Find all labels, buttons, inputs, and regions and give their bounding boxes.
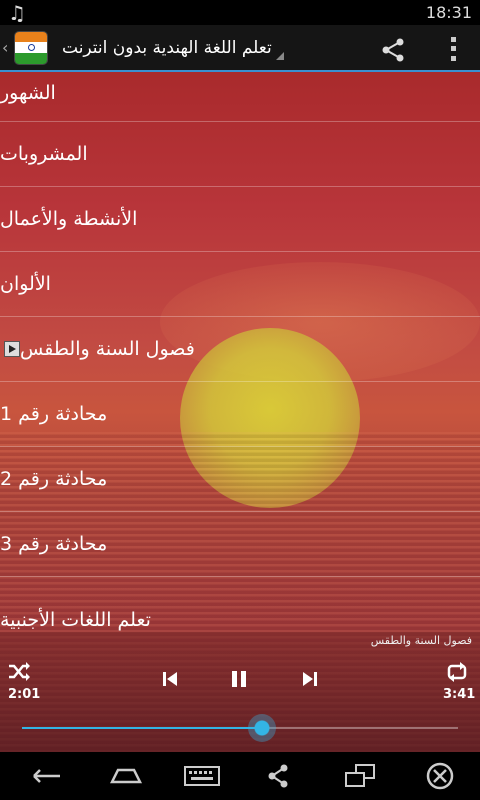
status-clock: 18:31 [425,3,472,22]
next-button[interactable] [300,669,320,689]
list-item-label: محادثة رقم 3 [0,533,108,555]
previous-button[interactable] [160,669,180,689]
list-item-label: الألوان [0,273,51,295]
list-item[interactable]: محادثة رقم 1 [0,382,480,447]
app-title-spinner[interactable]: تعلم اللغة الهندية بدون انترنت [62,37,284,60]
close-app-button[interactable] [420,762,460,790]
list-item[interactable]: تعلم اللغات الأجنبية [0,577,480,637]
pause-button[interactable] [228,668,250,690]
share-nav-button[interactable] [258,762,298,790]
back-button[interactable] [26,762,66,790]
seek-progress [22,727,262,729]
list-item[interactable]: الألوان [0,252,480,317]
list-item-label: الأنشطة والأعمال [0,208,138,230]
repeat-icon [447,662,467,682]
overflow-dot [450,46,456,52]
music-note-icon: ♫ [8,0,26,25]
app-icon[interactable] [14,30,48,65]
shuffle-icon [9,662,30,681]
list-item[interactable]: المشروبات [0,122,480,187]
spinner-triangle-icon [275,51,284,60]
overflow-menu-button[interactable] [444,35,462,63]
keyboard-button[interactable] [182,762,222,790]
back-arrow-icon [33,769,60,783]
list-item-label: تعلم اللغات الأجنبية [0,609,151,631]
shuffle-button[interactable] [8,662,30,682]
recent-apps-icon [345,764,375,787]
list-item-label: المشروبات [0,143,88,165]
keyboard-icon [184,766,220,786]
list-item[interactable]: محادثة رقم 2 [0,447,480,512]
list-item[interactable]: محادثة رقم 3 [0,512,480,577]
app-title: تعلم اللغة الهندية بدون انترنت [62,37,272,58]
up-chevron-icon[interactable]: ‹ [2,38,12,57]
recents-button[interactable] [340,762,380,790]
list-item-label: محادثة رقم 2 [0,468,108,490]
close-icon [426,762,454,790]
list-item-playing[interactable]: فصول السنة والطقس [0,317,480,382]
media-player: فصول السنة والطقس 2:01 3:41 [0,632,480,752]
list-item[interactable]: الشهور [0,72,480,122]
overflow-dot [450,55,456,61]
share-icon [268,764,288,788]
share-button[interactable] [380,37,406,63]
share-icon [382,38,404,62]
overflow-dot [450,37,456,43]
list-item-label: فصول السنة والطقس [20,338,195,360]
elapsed-time: 2:01 [8,687,41,702]
now-playing-icon [4,341,20,357]
pause-icon [232,671,246,687]
home-button[interactable] [106,762,146,790]
home-icon [109,768,143,784]
skip-next-icon [303,672,317,686]
list-item-label: محادثة رقم 1 [0,403,108,425]
list-item[interactable]: الأنشطة والأعمال [0,187,480,252]
skip-previous-icon [163,672,177,686]
seek-thumb[interactable] [247,714,276,742]
action-bar: ‹ تعلم اللغة الهندية بدون انترنت [0,25,480,72]
system-nav-bar [0,752,480,800]
now-playing-title: فصول السنة والطقس [370,634,472,647]
status-bar: ♫ 18:31 [0,0,480,25]
lesson-list: الشهور المشروبات الأنشطة والأعمال الألوا… [0,72,480,637]
seek-bar[interactable] [22,714,458,742]
total-duration: 3:41 [443,687,476,702]
repeat-button[interactable] [446,662,468,682]
list-item-label: الشهور [0,82,56,104]
